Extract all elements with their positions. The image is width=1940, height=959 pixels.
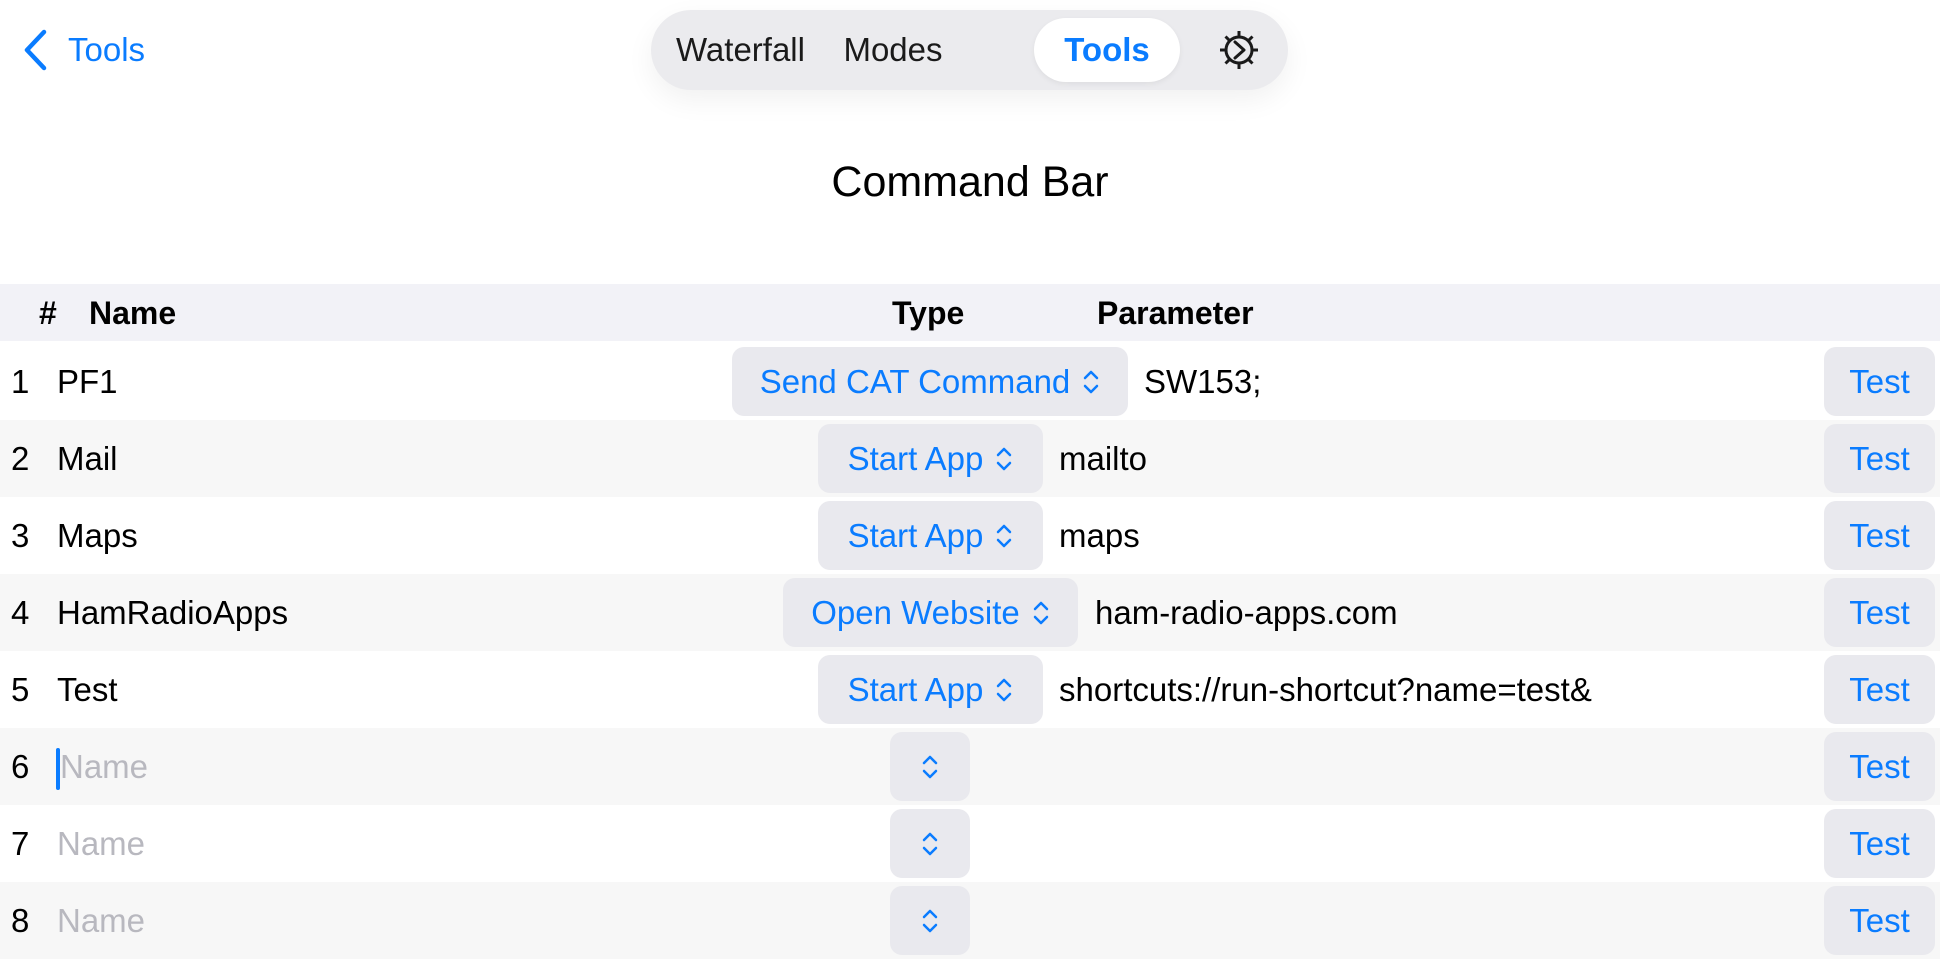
type-picker[interactable]: [890, 886, 970, 955]
header-name: Name: [89, 295, 177, 331]
type-picker[interactable]: Send CAT Command: [732, 347, 1128, 416]
chevron-up-down-icon: [922, 832, 938, 855]
row-number: 8: [11, 902, 30, 939]
type-picker-label: Send CAT Command: [759, 362, 1071, 400]
test-button[interactable]: Test: [1824, 655, 1935, 724]
tab-modes[interactable]: Modes: [823, 18, 963, 82]
parameter-field[interactable]: shortcuts://run-shortcut?name=test&: [1059, 671, 1592, 709]
row-number: 5: [11, 671, 30, 708]
test-button[interactable]: Test: [1824, 424, 1935, 493]
name-field[interactable]: Mail: [57, 440, 118, 478]
name-field[interactable]: Name: [60, 748, 148, 786]
chevron-up-down-icon: [997, 447, 1012, 470]
row-number: 6: [11, 748, 30, 785]
table-row: 2 Mail Start App mailto Test: [0, 420, 1940, 497]
top-segmented-control: Waterfall Modes Tools: [651, 10, 1288, 90]
test-button[interactable]: Test: [1824, 501, 1935, 570]
table-row: 8 Name Test: [0, 882, 1940, 959]
chevron-up-down-icon: [997, 524, 1012, 547]
chevron-up-down-icon: [922, 909, 938, 932]
type-picker[interactable]: Start App: [818, 501, 1043, 570]
back-button[interactable]: Tools: [22, 26, 145, 74]
row-number: 3: [11, 517, 30, 554]
header-parameter: Parameter: [1097, 295, 1254, 331]
table-row: 4 HamRadioApps Open Website ham-radio-ap…: [0, 574, 1940, 651]
tab-waterfall[interactable]: Waterfall: [663, 18, 818, 82]
chevron-up-down-icon: [922, 755, 938, 778]
parameter-field[interactable]: ham-radio-apps.com: [1095, 594, 1398, 632]
name-field[interactable]: Maps: [57, 517, 138, 555]
row-number: 1: [11, 363, 30, 400]
table-row: 1 PF1 Send CAT Command SW153; Test: [0, 343, 1940, 420]
chevron-up-down-icon: [1033, 601, 1048, 624]
tab-tools[interactable]: Tools: [1034, 18, 1180, 82]
settings-button[interactable]: [1207, 18, 1271, 82]
type-picker[interactable]: Start App: [818, 424, 1043, 493]
type-picker[interactable]: Start App: [818, 655, 1043, 724]
parameter-field[interactable]: mailto: [1059, 440, 1147, 478]
chevron-up-down-icon: [1084, 370, 1099, 393]
chevron-left-icon: [24, 29, 47, 71]
type-picker-label: Open Website: [811, 593, 1020, 631]
table-header: # Name Type Parameter: [0, 284, 1940, 341]
type-picker[interactable]: [890, 809, 970, 878]
test-button[interactable]: Test: [1824, 809, 1935, 878]
test-button[interactable]: Test: [1824, 732, 1935, 801]
name-field[interactable]: Name: [57, 902, 145, 940]
gear-icon: [1220, 31, 1258, 69]
type-picker[interactable]: [890, 732, 970, 801]
type-picker[interactable]: Open Website: [783, 578, 1078, 647]
chevron-up-down-icon: [997, 678, 1012, 701]
table-row: 3 Maps Start App maps Test: [0, 497, 1940, 574]
name-field[interactable]: PF1: [57, 363, 118, 401]
table-row: 7 Name Test: [0, 805, 1940, 882]
name-field[interactable]: HamRadioApps: [57, 594, 288, 632]
page-title: Command Bar: [831, 158, 1109, 206]
type-picker-label: Start App: [847, 670, 984, 708]
test-button[interactable]: Test: [1824, 347, 1935, 416]
row-number: 2: [11, 440, 30, 477]
row-number: 7: [11, 825, 30, 862]
header-type: Type: [892, 295, 965, 331]
test-button[interactable]: Test: [1824, 886, 1935, 955]
table-row: 5 Test Start App shortcuts://run-shortcu…: [0, 651, 1940, 728]
type-picker-label: Start App: [847, 516, 984, 554]
back-button-label: Tools: [68, 31, 146, 68]
header-num: #: [39, 295, 57, 331]
name-field[interactable]: Name: [57, 825, 145, 863]
type-picker-label: Start App: [847, 439, 984, 477]
row-number: 4: [11, 594, 30, 631]
name-field[interactable]: Test: [57, 671, 118, 709]
table-row: 6 Name Test: [0, 728, 1940, 805]
parameter-field[interactable]: SW153;: [1144, 363, 1261, 401]
test-button[interactable]: Test: [1824, 578, 1935, 647]
parameter-field[interactable]: maps: [1059, 517, 1140, 555]
